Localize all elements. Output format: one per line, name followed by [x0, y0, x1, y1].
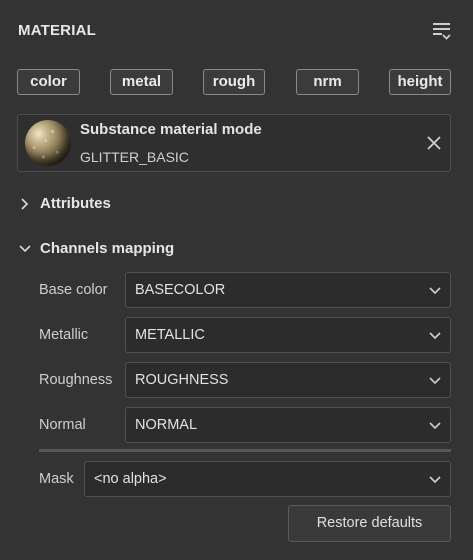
restore-defaults-button[interactable]: Restore defaults — [288, 505, 451, 542]
tag-nrm[interactable]: nrm — [296, 69, 359, 95]
mask-label: Mask — [39, 471, 74, 487]
chevron-down-icon — [18, 240, 32, 254]
material-preview-thumbnail — [25, 120, 71, 166]
select-value: NORMAL — [135, 417, 198, 433]
channel-label: Normal — [39, 417, 86, 433]
section-attributes-label: Attributes — [40, 195, 111, 212]
channel-row-base-color: Base color BASECOLOR — [39, 272, 451, 308]
mask-select[interactable]: <no alpha> — [84, 461, 451, 497]
tag-height[interactable]: height — [389, 69, 451, 95]
channel-label: Metallic — [39, 327, 89, 343]
chevron-down-icon — [428, 419, 442, 433]
roughness-select[interactable]: ROUGHNESS — [125, 362, 451, 398]
chevron-down-icon — [428, 473, 442, 487]
channel-row-roughness: Roughness ROUGHNESS — [39, 362, 451, 398]
panel-header: MATERIAL — [18, 20, 455, 44]
chevron-right-icon — [18, 195, 32, 210]
mask-row: Mask <no alpha> — [39, 461, 451, 497]
material-name: GLITTER_BASIC — [80, 149, 189, 165]
panel-title: MATERIAL — [18, 22, 96, 39]
list-menu-icon[interactable] — [431, 20, 453, 42]
normal-select[interactable]: NORMAL — [125, 407, 451, 443]
channel-label: Roughness — [39, 372, 113, 388]
section-channels-label: Channels mapping — [40, 240, 175, 257]
select-value: METALLIC — [135, 327, 205, 343]
chevron-down-icon — [428, 284, 442, 298]
chevron-down-icon — [428, 329, 442, 343]
tag-color[interactable]: color — [17, 69, 80, 95]
select-value: ROUGHNESS — [135, 372, 229, 388]
close-icon[interactable] — [426, 135, 442, 151]
select-value: <no alpha> — [94, 471, 167, 487]
chevron-down-icon — [428, 374, 442, 388]
material-card: Substance material mode GLITTER_BASIC — [17, 114, 451, 172]
channel-row-metallic: Metallic METALLIC — [39, 317, 451, 353]
tag-rough[interactable]: rough — [203, 69, 265, 95]
metallic-select[interactable]: METALLIC — [125, 317, 451, 353]
channel-tags: color metal rough nrm height — [17, 69, 453, 99]
channel-label: Base color — [39, 282, 108, 298]
select-value: BASECOLOR — [135, 282, 226, 298]
tag-metal[interactable]: metal — [110, 69, 173, 95]
section-attributes[interactable]: Attributes — [18, 192, 111, 216]
channel-row-normal: Normal NORMAL — [39, 407, 451, 443]
section-channels-mapping[interactable]: Channels mapping — [18, 237, 174, 261]
material-mode-label: Substance material mode — [80, 121, 262, 138]
divider — [39, 449, 451, 452]
base-color-select[interactable]: BASECOLOR — [125, 272, 451, 308]
